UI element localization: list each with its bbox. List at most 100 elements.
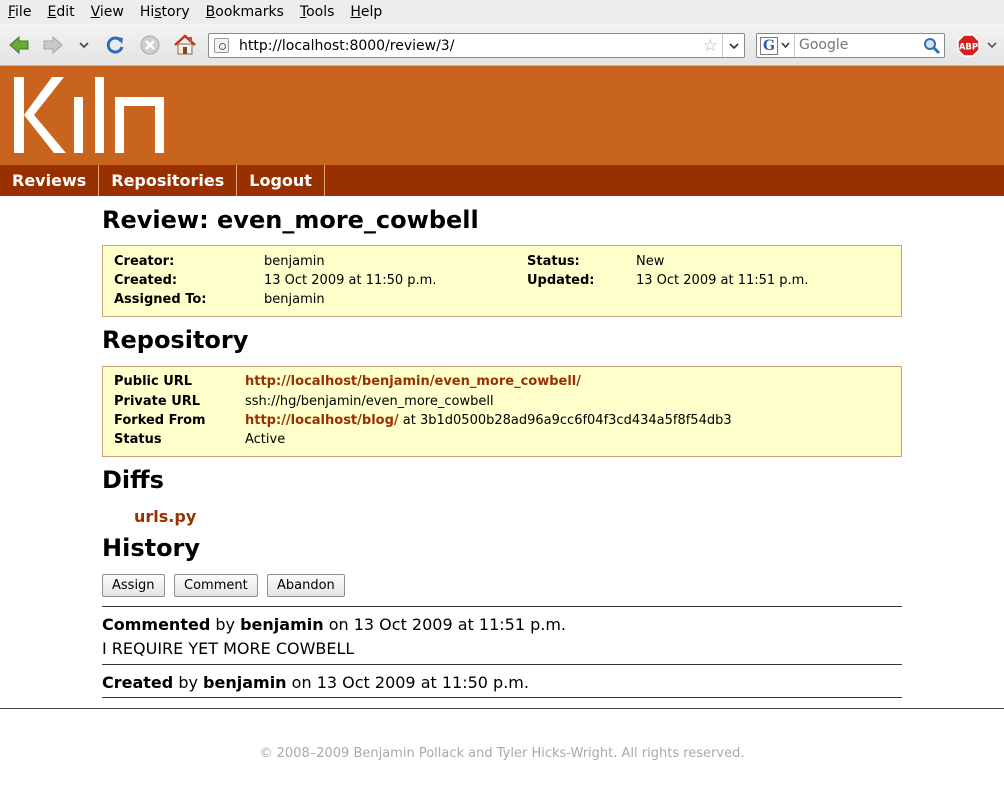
history-entry-created: Created by benjamin on 13 Oct 2009 at 11… bbox=[102, 673, 529, 692]
menu-bookmarks[interactable]: Bookmarks bbox=[198, 0, 292, 24]
history-user: benjamin bbox=[203, 673, 287, 692]
history-dropdown-button[interactable] bbox=[72, 32, 96, 58]
search-input[interactable] bbox=[799, 37, 919, 53]
menu-file[interactable]: File bbox=[0, 0, 39, 24]
url-dropdown-button[interactable] bbox=[722, 34, 744, 57]
forward-button[interactable] bbox=[40, 32, 66, 58]
nav-logout[interactable]: Logout bbox=[237, 165, 325, 196]
creator-value: benjamin bbox=[264, 254, 325, 269]
status-value: New bbox=[636, 254, 665, 269]
repository-info-box: Public URL http://localhost/benjamin/eve… bbox=[102, 366, 902, 457]
menu-help-rest: elp bbox=[360, 4, 383, 20]
page-title: Review: even_more_cowbell bbox=[102, 206, 479, 234]
forked-from-link[interactable]: http://localhost/blog/ bbox=[245, 413, 399, 428]
google-icon: G bbox=[760, 36, 778, 55]
repository-heading: Repository bbox=[102, 326, 249, 354]
assigned-label: Assigned To: bbox=[114, 292, 207, 307]
home-button[interactable] bbox=[172, 32, 198, 58]
toolbar-overflow-chevron-icon[interactable] bbox=[987, 38, 997, 52]
history-user: benjamin bbox=[240, 615, 324, 634]
menu-view-rest: iew bbox=[99, 4, 124, 20]
chevron-down-icon bbox=[79, 42, 89, 49]
public-url-label: Public URL bbox=[114, 374, 193, 389]
history-by: by bbox=[178, 673, 198, 692]
forked-from-revision: at 3b1d0500b28ad96a9cc6f04f3cd434a5f8f54… bbox=[402, 413, 732, 428]
search-icon bbox=[924, 38, 941, 55]
abandon-button[interactable]: Abandon bbox=[267, 574, 345, 597]
main-nav: Reviews Repositories Logout bbox=[0, 165, 1004, 196]
forked-from-label: Forked From bbox=[114, 413, 206, 428]
history-comment-text: I REQUIRE YET MORE COWBELL bbox=[102, 639, 355, 658]
history-divider bbox=[102, 606, 902, 607]
history-heading: History bbox=[102, 534, 201, 562]
menu-bookmarks-rest: ookmarks bbox=[215, 4, 284, 20]
history-date: on 13 Oct 2009 at 11:50 p.m. bbox=[291, 673, 529, 692]
private-url-label: Private URL bbox=[114, 394, 201, 409]
assigned-value: benjamin bbox=[264, 292, 325, 307]
navigation-toolbar: http://localhost:8000/review/3/ ☆ G ABP bbox=[0, 24, 1004, 66]
back-arrow-icon bbox=[9, 35, 29, 55]
menu-view[interactable]: View bbox=[83, 0, 132, 24]
review-info-box: Creator: benjamin Created: 13 Oct 2009 a… bbox=[102, 245, 902, 317]
home-icon bbox=[174, 34, 196, 55]
menu-edit-accel: E bbox=[47, 4, 57, 20]
menu-edit[interactable]: Edit bbox=[39, 0, 82, 24]
footer-copyright: © 2008–2009 Benjamin Pollack and Tyler H… bbox=[259, 746, 745, 761]
updated-value: 13 Oct 2009 at 11:51 p.m. bbox=[636, 273, 809, 288]
stop-icon bbox=[140, 35, 160, 55]
search-magnifier-icon[interactable] bbox=[923, 37, 941, 58]
forked-from-value: http://localhost/blog/ at 3b1d0500b28ad9… bbox=[245, 413, 732, 428]
menu-history-pre: Hi bbox=[139, 4, 155, 20]
menu-history-rest: tory bbox=[161, 4, 190, 20]
svg-text:ABP: ABP bbox=[959, 43, 978, 53]
reload-icon bbox=[106, 36, 124, 54]
menu-edit-rest: dit bbox=[56, 4, 75, 20]
comment-button[interactable]: Comment bbox=[174, 574, 258, 597]
diff-file-link[interactable]: urls.py bbox=[134, 507, 196, 526]
creator-label: Creator: bbox=[114, 254, 175, 269]
forward-arrow-icon bbox=[43, 35, 63, 55]
history-entry-commented: Commented by benjamin on 13 Oct 2009 at … bbox=[102, 615, 566, 634]
history-divider bbox=[102, 697, 902, 698]
history-by: by bbox=[215, 615, 235, 634]
site-header bbox=[0, 66, 1004, 165]
repo-status-value: Active bbox=[245, 432, 286, 447]
updated-label: Updated: bbox=[527, 273, 595, 288]
created-label: Created: bbox=[114, 273, 178, 288]
menu-file-accel: F bbox=[8, 4, 16, 20]
diffs-heading: Diffs bbox=[102, 466, 164, 494]
nav-reviews[interactable]: Reviews bbox=[0, 165, 100, 196]
reload-button[interactable] bbox=[102, 32, 128, 58]
created-value: 13 Oct 2009 at 11:50 p.m. bbox=[264, 273, 437, 288]
kiln-logo[interactable] bbox=[12, 75, 166, 155]
menu-help[interactable]: Help bbox=[342, 0, 390, 24]
assign-button[interactable]: Assign bbox=[102, 574, 165, 597]
public-url-link[interactable]: http://localhost/benjamin/even_more_cowb… bbox=[245, 374, 581, 389]
status-label: Status: bbox=[527, 254, 580, 269]
footer-divider bbox=[0, 708, 1004, 709]
menu-tools-rest: ools bbox=[306, 4, 335, 20]
search-bar[interactable]: G bbox=[756, 33, 945, 58]
menu-history-accel: s bbox=[154, 4, 162, 20]
site-identity-icon[interactable] bbox=[214, 38, 229, 53]
menu-view-accel: V bbox=[90, 4, 100, 20]
url-text[interactable]: http://localhost:8000/review/3/ bbox=[239, 38, 454, 54]
bookmark-star-icon[interactable]: ☆ bbox=[703, 36, 718, 56]
menu-tools[interactable]: Tools bbox=[292, 0, 343, 24]
stop-button[interactable] bbox=[137, 32, 163, 58]
nav-repositories[interactable]: Repositories bbox=[99, 165, 238, 196]
menu-bar: File Edit View History Bookmarks Tools H… bbox=[0, 0, 1004, 24]
history-divider bbox=[102, 664, 902, 665]
search-engine-selector[interactable]: G bbox=[757, 34, 795, 57]
history-action: Created bbox=[102, 673, 174, 692]
adblock-plus-icon[interactable]: ABP bbox=[957, 34, 980, 57]
chevron-down-icon bbox=[781, 42, 790, 49]
menu-file-rest: ile bbox=[15, 4, 32, 20]
private-url-value: ssh://hg/benjamin/even_more_cowbell bbox=[245, 394, 494, 409]
chevron-down-icon bbox=[987, 42, 997, 49]
back-button[interactable] bbox=[6, 32, 32, 58]
menu-history[interactable]: History bbox=[132, 0, 198, 24]
url-bar[interactable]: http://localhost:8000/review/3/ ☆ bbox=[208, 33, 745, 58]
menu-bookmarks-accel: B bbox=[205, 4, 216, 20]
chevron-down-icon bbox=[728, 42, 739, 49]
